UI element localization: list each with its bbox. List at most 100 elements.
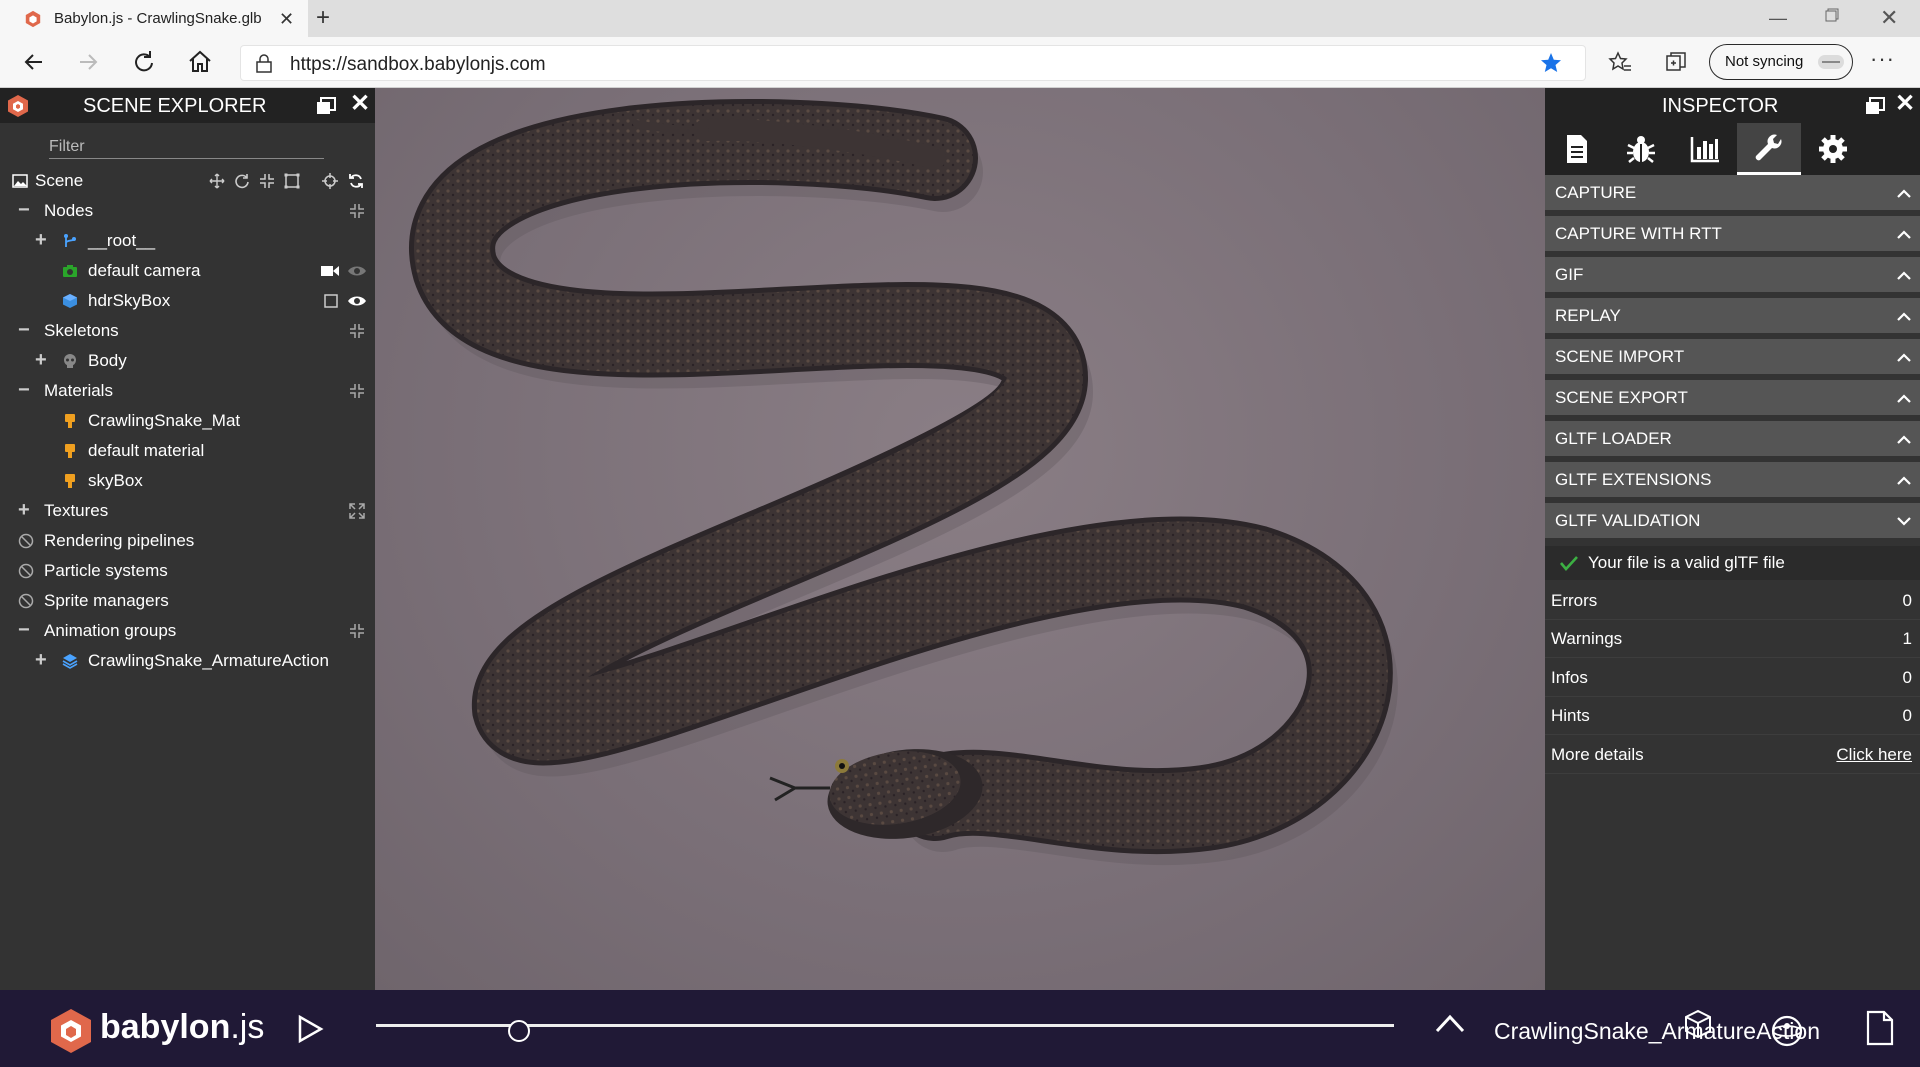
refresh-icon[interactable] <box>348 173 364 189</box>
tree-row-body-skeleton[interactable]: + Body <box>0 346 375 376</box>
tree-row-sprite-managers[interactable]: Sprite managers <box>0 586 375 616</box>
render-viewport[interactable] <box>375 88 1545 990</box>
sync-button[interactable]: Not syncing <box>1709 44 1853 80</box>
collections-icon[interactable] <box>1664 50 1688 74</box>
collapse-icon[interactable]: − <box>18 320 30 340</box>
material-label: default material <box>88 441 205 460</box>
lock-icon[interactable] <box>255 53 273 73</box>
crosshair-icon[interactable] <box>322 173 338 189</box>
section-label: GIF <box>1555 265 1584 284</box>
collapse-icon[interactable]: − <box>18 620 30 640</box>
material-label: CrawlingSnake_Mat <box>88 411 241 430</box>
tab-debug[interactable] <box>1609 123 1673 175</box>
section-label: GLTF EXTENSIONS <box>1555 470 1712 489</box>
tree-row-nodes[interactable]: − Nodes <box>0 196 375 226</box>
section-gif[interactable]: GIF <box>1545 257 1920 295</box>
home-icon[interactable] <box>184 46 216 78</box>
tree-row-skeletons[interactable]: − Skeletons <box>0 316 375 346</box>
url-text[interactable]: https://sandbox.babylonjs.com <box>290 54 546 76</box>
new-tab-icon[interactable]: + <box>316 6 330 30</box>
stat-row-warnings: Warnings 1 <box>1545 620 1920 658</box>
tree-row-animation-groups[interactable]: − Animation groups <box>0 616 375 646</box>
inspector-title: INSPECTOR <box>1662 95 1779 117</box>
tree-row-material[interactable]: CrawlingSnake_Mat <box>0 406 375 436</box>
compress-icon[interactable] <box>349 383 365 399</box>
reload-icon[interactable] <box>128 46 160 78</box>
compress-icon[interactable] <box>349 323 365 339</box>
scale-gizmo-icon[interactable] <box>259 173 275 189</box>
tab-properties[interactable] <box>1545 123 1609 175</box>
tab-title: Babylon.js - CrawlingSnake.glb <box>54 10 262 27</box>
open-file-icon[interactable] <box>1865 1010 1895 1046</box>
chevron-up-icon <box>1897 312 1911 321</box>
skeletons-label: Skeletons <box>44 321 119 340</box>
collapse-icon[interactable]: − <box>18 200 30 220</box>
section-gltf-extensions[interactable]: GLTF EXTENSIONS <box>1545 462 1920 500</box>
tree-row-material[interactable]: default material <box>0 436 375 466</box>
expand-icon[interactable]: + <box>18 500 30 520</box>
more-options-icon[interactable]: ··· <box>1870 46 1895 72</box>
section-scene-import[interactable]: SCENE IMPORT <box>1545 339 1920 377</box>
chevron-up-icon <box>1897 476 1911 485</box>
tree-row-material[interactable]: skyBox <box>0 466 375 496</box>
bounding-box-toggle-icon[interactable] <box>323 293 339 309</box>
favorite-star-icon[interactable] <box>1540 52 1562 74</box>
back-arrow-icon[interactable] <box>18 46 50 78</box>
tree-row-default-camera[interactable]: default camera <box>0 256 375 286</box>
popout-icon[interactable] <box>316 97 336 115</box>
eye-icon[interactable] <box>347 293 367 309</box>
window-close-icon[interactable]: ✕ <box>1880 5 1898 31</box>
play-icon[interactable] <box>296 1014 324 1044</box>
popout-icon[interactable] <box>1865 97 1885 115</box>
tab-close-icon[interactable]: ✕ <box>279 10 294 28</box>
compress-icon[interactable] <box>349 203 365 219</box>
collapse-icon[interactable]: − <box>18 380 30 400</box>
more-details-link[interactable]: Click here <box>1836 745 1912 765</box>
expand-icon[interactable]: + <box>35 650 47 670</box>
stat-row-infos: Infos 0 <box>1545 659 1920 697</box>
close-icon[interactable]: ✕ <box>350 92 370 116</box>
section-scene-export[interactable]: SCENE EXPORT <box>1545 380 1920 418</box>
expand-icon[interactable]: + <box>35 350 47 370</box>
tree-row-animation-group[interactable]: + CrawlingSnake_ArmatureAction <box>0 646 375 676</box>
scene-explorer-panel: SCENE EXPLORER ✕ Scene − Nodes + __root_… <box>0 88 375 990</box>
window-minimize-icon[interactable]: — <box>1769 8 1787 29</box>
compress-icon[interactable] <box>349 623 365 639</box>
tree-row-materials[interactable]: − Materials <box>0 376 375 406</box>
favorites-icon[interactable] <box>1608 50 1632 74</box>
expand-icon[interactable]: + <box>35 230 47 250</box>
eye-icon[interactable] <box>347 263 367 279</box>
section-capture-rtt[interactable]: CAPTURE WITH RTT <box>1545 216 1920 254</box>
tree-row-hdrskybox[interactable]: hdrSkyBox <box>0 286 375 316</box>
chevron-up-icon <box>1897 435 1911 444</box>
bounding-box-gizmo-icon[interactable] <box>284 173 300 189</box>
tree-row-root-node[interactable]: + __root__ <box>0 226 375 256</box>
tab-statistics[interactable] <box>1673 123 1737 175</box>
address-bar[interactable]: https://sandbox.babylonjs.com <box>240 45 1586 81</box>
tab-settings[interactable] <box>1801 123 1865 175</box>
stat-row-more-details: More details Click here <box>1545 736 1920 774</box>
expand-arrows-icon[interactable] <box>349 503 365 519</box>
section-gltf-loader[interactable]: GLTF LOADER <box>1545 421 1920 459</box>
section-replay[interactable]: REPLAY <box>1545 298 1920 336</box>
cube-icon[interactable] <box>1682 1008 1714 1040</box>
section-gltf-validation[interactable]: GLTF VALIDATION <box>1545 503 1920 541</box>
timeline-slider-thumb[interactable] <box>507 1020 530 1042</box>
tree-row-rendering-pipelines[interactable]: Rendering pipelines <box>0 526 375 556</box>
tree-row-textures[interactable]: + Textures <box>0 496 375 526</box>
section-label: SCENE IMPORT <box>1555 347 1685 366</box>
video-camera-icon[interactable] <box>320 263 340 279</box>
tree-row-scene[interactable]: Scene <box>0 166 375 196</box>
window-restore-icon[interactable] <box>1825 8 1839 22</box>
tree-row-particle-systems[interactable]: Particle systems <box>0 556 375 586</box>
browser-tab[interactable]: Babylon.js - CrawlingSnake.glb ✕ <box>0 0 308 37</box>
translate-gizmo-icon[interactable] <box>209 173 225 189</box>
close-icon[interactable]: ✕ <box>1895 92 1915 116</box>
environment-sphere-icon[interactable] <box>1770 1014 1804 1048</box>
tab-tools[interactable] <box>1737 123 1801 175</box>
rotate-gizmo-icon[interactable] <box>234 173 250 189</box>
chevron-up-icon[interactable] <box>1434 1012 1466 1034</box>
filter-input[interactable] <box>49 136 324 159</box>
forward-arrow-icon[interactable] <box>72 46 104 78</box>
section-capture[interactable]: CAPTURE <box>1545 175 1920 213</box>
